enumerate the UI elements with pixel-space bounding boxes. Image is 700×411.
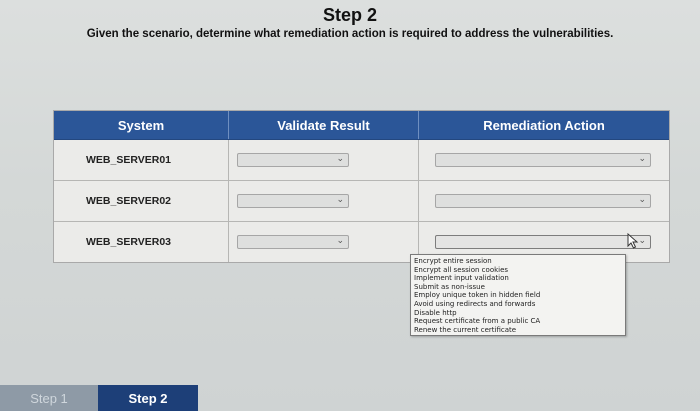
system-cell: WEB_SERVER01 (54, 140, 229, 180)
system-cell: WEB_SERVER03 (54, 222, 229, 262)
column-header-validate-result: Validate Result (229, 111, 419, 139)
table-row: WEB_SERVER01 ⌄ ⌄ (54, 140, 669, 181)
remediation-action-select-web-server03[interactable]: ⌄ (435, 235, 651, 249)
page-instructions: Given the scenario, determine what remed… (86, 28, 614, 40)
validate-cell: ⌄ (229, 222, 419, 262)
tab-step-2[interactable]: Step 2 (98, 385, 198, 411)
table-row: WEB_SERVER02 ⌄ ⌄ (54, 181, 669, 222)
dropdown-option[interactable]: Employ unique token in hidden field (411, 291, 625, 300)
chevron-down-icon: ⌄ (336, 235, 344, 245)
chevron-down-icon: ⌄ (638, 153, 646, 163)
mouse-pointer-icon (627, 233, 639, 249)
remediation-cell: ⌄ (419, 140, 669, 180)
remediation-action-select-web-server01[interactable]: ⌄ (435, 153, 651, 167)
validate-cell: ⌄ (229, 140, 419, 180)
remediation-action-select-web-server02[interactable]: ⌄ (435, 194, 651, 208)
system-label-web-server02: WEB_SERVER02 (86, 195, 172, 207)
dropdown-option[interactable]: Submit as non-issue (411, 283, 625, 292)
column-header-system: System (54, 111, 229, 139)
tab-step-1[interactable]: Step 1 (0, 385, 98, 411)
validate-result-select-web-server03[interactable]: ⌄ (237, 235, 349, 249)
system-label-web-server03: WEB_SERVER03 (86, 236, 172, 248)
validate-cell: ⌄ (229, 181, 419, 221)
dropdown-option[interactable]: Encrypt entire session (411, 257, 625, 266)
validate-result-select-web-server01[interactable]: ⌄ (237, 153, 349, 167)
dropdown-option[interactable]: Renew the current certificate (411, 326, 625, 335)
system-label-web-server01: WEB_SERVER01 (86, 154, 172, 166)
dropdown-option[interactable]: Disable http (411, 309, 625, 318)
system-cell: WEB_SERVER02 (54, 181, 229, 221)
dropdown-option[interactable]: Encrypt all session cookies (411, 266, 625, 275)
dropdown-option[interactable]: Avoid using redirects and forwards (411, 300, 625, 309)
remediation-action-dropdown-list: Encrypt entire session Encrypt all sessi… (410, 254, 626, 337)
chevron-down-icon: ⌄ (336, 153, 344, 163)
chevron-down-icon: ⌄ (336, 194, 344, 204)
page-title: Step 2 (322, 5, 378, 25)
chevron-down-icon: ⌄ (638, 194, 646, 204)
column-header-remediation-action: Remediation Action (483, 117, 605, 133)
validate-result-select-web-server02[interactable]: ⌄ (237, 194, 349, 208)
dropdown-option[interactable]: Request certificate from a public CA (411, 317, 625, 326)
table-header: System Validate Result Remediation Actio… (54, 111, 669, 140)
remediation-table: System Validate Result Remediation Actio… (53, 110, 670, 263)
dropdown-option[interactable]: Implement input validation (411, 274, 625, 283)
remediation-cell: ⌄ (419, 181, 669, 221)
